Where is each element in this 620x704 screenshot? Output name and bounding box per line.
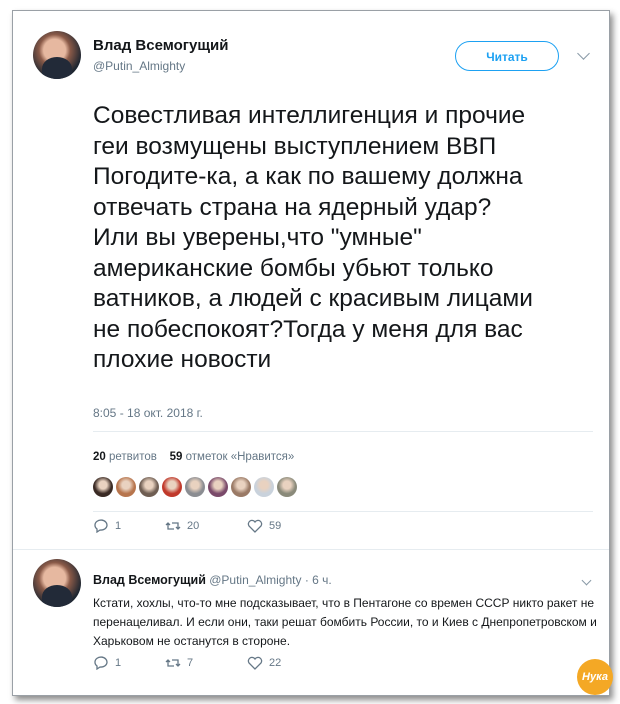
divider — [93, 511, 593, 512]
retweet-action[interactable]: 20 — [165, 519, 247, 533]
liker-avatar[interactable] — [162, 477, 182, 497]
tweet-stats: 20 ретвитов 59 отметок «Нравится» — [93, 451, 294, 463]
watermark-logo: Нука — [577, 659, 613, 695]
reply-text: Кстати, хохлы, что-то мне подсказывает, … — [93, 596, 597, 648]
liker-avatar[interactable] — [116, 477, 136, 497]
tweet-text: Совестливая интеллигенция и прочие геи в… — [93, 102, 533, 373]
reply-author-handle[interactable]: @Putin_Almighty — [209, 573, 301, 587]
author-name[interactable]: Влад Всемогущий — [93, 37, 228, 54]
author-handle[interactable]: @Putin_Almighty — [93, 59, 185, 73]
reply-action[interactable]: 1 — [93, 519, 165, 533]
likers-avatars — [93, 477, 297, 497]
reply-count: 1 — [115, 520, 122, 532]
like-count: 59 — [269, 520, 282, 532]
retweet-count: 7 — [187, 657, 194, 669]
retweets-label[interactable]: ретвитов — [109, 451, 157, 463]
retweet-icon — [165, 656, 181, 670]
like-action[interactable]: 59 — [247, 519, 327, 533]
liker-avatar[interactable] — [277, 477, 297, 497]
heart-icon — [247, 656, 263, 670]
liker-avatar[interactable] — [208, 477, 228, 497]
reply-age[interactable]: · 6 ч. — [305, 573, 332, 587]
retweets-count[interactable]: 20 — [93, 451, 106, 463]
chevron-down-icon[interactable] — [581, 575, 592, 586]
reply-actions: 1 7 22 — [93, 656, 327, 670]
reply-author-name[interactable]: Влад Всемогущий — [93, 573, 206, 587]
like-action[interactable]: 22 — [247, 656, 327, 670]
reply-header: Влад Всемогущий @Putin_Almighty · 6 ч. — [93, 573, 332, 587]
reply-author-avatar[interactable] — [33, 559, 81, 607]
liker-avatar[interactable] — [139, 477, 159, 497]
liker-avatar[interactable] — [93, 477, 113, 497]
reply-count: 1 — [115, 657, 122, 669]
divider — [93, 431, 593, 432]
retweet-icon — [165, 519, 181, 533]
follow-button[interactable]: Читать — [455, 41, 559, 71]
chevron-down-icon[interactable] — [577, 47, 590, 60]
likes-count[interactable]: 59 — [170, 451, 183, 463]
reply-icon — [93, 519, 109, 533]
reply-action[interactable]: 1 — [93, 656, 165, 670]
retweet-action[interactable]: 7 — [165, 656, 247, 670]
liker-avatar[interactable] — [254, 477, 274, 497]
liker-avatar[interactable] — [231, 477, 251, 497]
reply-icon — [93, 656, 109, 670]
tweet-timestamp[interactable]: 8:05 - 18 окт. 2018 г. — [93, 406, 203, 420]
like-count: 22 — [269, 657, 282, 669]
likes-label[interactable]: отметок «Нравится» — [186, 451, 295, 463]
liker-avatar[interactable] — [185, 477, 205, 497]
retweet-count: 20 — [187, 520, 200, 532]
author-avatar[interactable] — [33, 31, 81, 79]
heart-icon — [247, 519, 263, 533]
divider — [13, 549, 609, 550]
tweet-card: Влад Всемогущий @Putin_Almighty Читать С… — [12, 10, 613, 696]
tweet-actions: 1 20 59 — [93, 519, 327, 533]
